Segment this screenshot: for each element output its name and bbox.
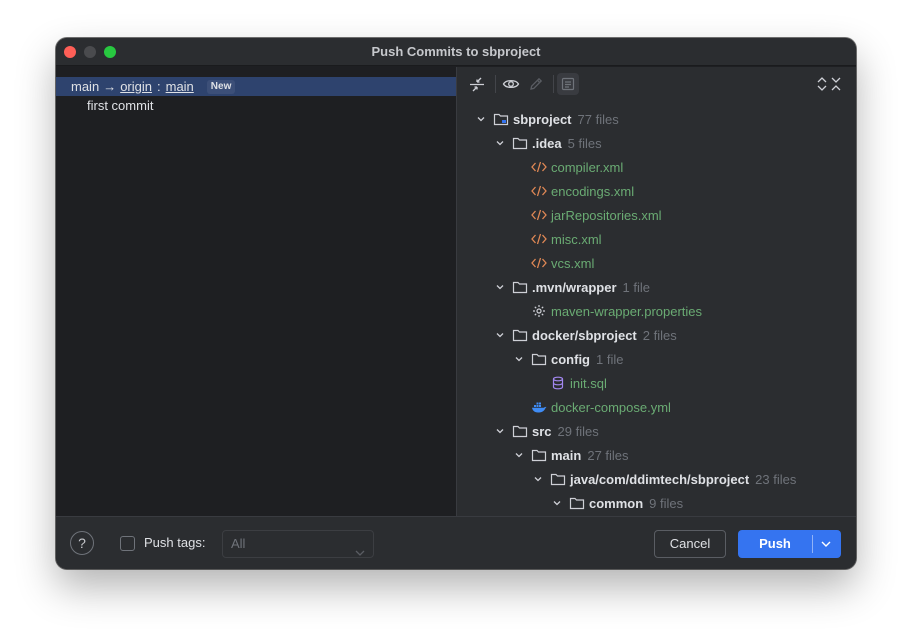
cancel-button[interactable]: Cancel — [654, 530, 726, 558]
tree-folder-row[interactable]: config 1 file — [511, 347, 623, 371]
push-arrow: → — [103, 79, 117, 94]
folder-icon — [512, 327, 528, 343]
folder-icon — [512, 135, 528, 151]
tree-item-name: .idea — [532, 135, 562, 151]
tree-folder-row[interactable]: .mvn/wrapper 1 file — [492, 275, 650, 299]
local-branch: main — [71, 79, 100, 94]
push-button[interactable]: Push — [738, 530, 841, 558]
remote-branch-link[interactable]: main — [166, 79, 194, 94]
folder-icon — [512, 279, 528, 295]
tree-item-name: common — [589, 495, 644, 511]
push-tags-select-value: All — [231, 536, 246, 551]
folder-icon — [550, 471, 566, 487]
tree-item-name: jarRepositories.xml — [551, 207, 662, 223]
tree-folder-row[interactable]: common 9 files — [549, 491, 683, 515]
tree-item-name: main — [551, 447, 582, 463]
tree-item-name: sbproject — [513, 111, 572, 127]
commit-list-item[interactable]: first commit — [87, 98, 153, 113]
tree-folder-row[interactable]: src 29 files — [492, 419, 599, 443]
xml-file-icon — [531, 159, 547, 175]
chevron-down-icon[interactable] — [492, 327, 508, 343]
push-button-label: Push — [759, 536, 791, 551]
help-button[interactable]: ? — [70, 531, 94, 555]
tree-item-count: 1 file — [622, 279, 650, 295]
tree-item-count: 29 files — [557, 423, 599, 439]
project-folder-icon — [493, 111, 509, 127]
tree-item-count: 27 files — [587, 447, 629, 463]
xml-file-icon — [531, 231, 547, 247]
tree-file-row[interactable]: jarRepositories.xml — [531, 203, 662, 227]
xml-file-icon — [531, 183, 547, 199]
tree-file-row[interactable]: docker-compose.yml — [531, 395, 671, 419]
tree-folder-row[interactable]: java/com/ddimtech/sbproject 23 files — [530, 467, 796, 491]
preview-diff-icon[interactable] — [557, 73, 579, 95]
chevron-down-icon[interactable] — [492, 423, 508, 439]
docker-icon — [531, 399, 547, 415]
window-title: Push Commits to sbproject — [371, 44, 541, 59]
title-bar: Push Commits to sbproject — [56, 38, 856, 66]
tree-item-name: config — [551, 351, 590, 367]
tree-item-count: 1 file — [596, 351, 624, 367]
branch-separator: : — [156, 79, 161, 94]
tree-item-name: compiler.xml — [551, 159, 624, 175]
chevron-down-icon[interactable] — [492, 135, 508, 151]
tree-item-name: .mvn/wrapper — [532, 279, 617, 295]
push-tags-checkbox[interactable] — [120, 536, 135, 551]
pencil-icon[interactable] — [525, 73, 547, 95]
chevron-down-icon[interactable] — [473, 111, 489, 127]
tree-file-row[interactable]: init.sql — [550, 371, 607, 395]
group-by-icon[interactable] — [466, 73, 488, 95]
push-commits-dialog: Push Commits to sbproject main → origin … — [56, 38, 856, 569]
tree-item-count: 9 files — [649, 495, 684, 511]
folder-icon — [531, 447, 547, 463]
tree-item-name: vcs.xml — [551, 255, 595, 271]
tree-file-row[interactable]: misc.xml — [531, 227, 602, 251]
eye-icon[interactable] — [500, 73, 522, 95]
tree-item-count: 5 files — [567, 135, 602, 151]
xml-file-icon — [531, 255, 547, 271]
chevron-down-icon[interactable] — [492, 279, 508, 295]
dialog-footer: ? Push tags: All Cancel Push — [56, 516, 856, 569]
tree-item-count: 23 files — [755, 471, 797, 487]
tree-folder-row[interactable]: docker/sbproject 2 files — [492, 323, 677, 347]
tree-item-name: encodings.xml — [551, 183, 635, 199]
tree-file-row[interactable]: maven-wrapper.properties — [531, 299, 702, 323]
chevron-down-icon[interactable] — [530, 471, 546, 487]
tree-folder-row[interactable]: sbproject 77 files — [473, 107, 619, 131]
tree-file-row[interactable]: vcs.xml — [531, 251, 594, 275]
chevron-down-icon[interactable] — [511, 447, 527, 463]
database-icon — [550, 375, 566, 391]
folder-icon — [531, 351, 547, 367]
new-branch-badge: New — [206, 79, 236, 94]
tree-file-row[interactable]: encodings.xml — [531, 179, 634, 203]
tree-item-name: docker/sbproject — [532, 327, 637, 343]
folder-icon — [512, 423, 528, 439]
collapse-all-icon[interactable] — [825, 73, 847, 95]
chevron-down-icon[interactable] — [549, 495, 565, 511]
xml-file-icon — [531, 207, 547, 223]
commits-pane: main → origin : main New first commit — [56, 67, 456, 516]
chevron-down-icon[interactable] — [511, 351, 527, 367]
remote-name-link[interactable]: origin — [120, 79, 152, 94]
tree-folder-row[interactable]: .idea 5 files — [492, 131, 602, 155]
files-toolbar — [457, 67, 856, 101]
changed-files-pane: sbproject 77 files .idea 5 files compiler.xm… — [457, 67, 856, 516]
tree-item-count: 2 files — [642, 327, 677, 343]
push-tags-label: Push tags: — [144, 535, 206, 550]
tree-file-row[interactable]: compiler.xml — [531, 155, 623, 179]
tree-item-count: 77 files — [577, 111, 619, 127]
tree-item-name: docker-compose.yml — [551, 399, 671, 415]
tree-item-name: java/com/ddimtech/sbproject — [570, 471, 750, 487]
gear-icon — [531, 303, 547, 319]
branch-push-row[interactable]: main → origin : main New — [56, 77, 456, 96]
push-tags-select[interactable]: All — [222, 530, 374, 558]
folder-icon — [569, 495, 585, 511]
tree-item-name: misc.xml — [551, 231, 602, 247]
chevron-down-icon — [355, 540, 365, 566]
tree-item-name: maven-wrapper.properties — [551, 303, 703, 319]
push-options-chevron-icon[interactable] — [817, 536, 835, 552]
tree-folder-row[interactable]: main 27 files — [511, 443, 629, 467]
tree-item-name: init.sql — [570, 375, 607, 391]
tree-item-name: src — [532, 423, 552, 439]
